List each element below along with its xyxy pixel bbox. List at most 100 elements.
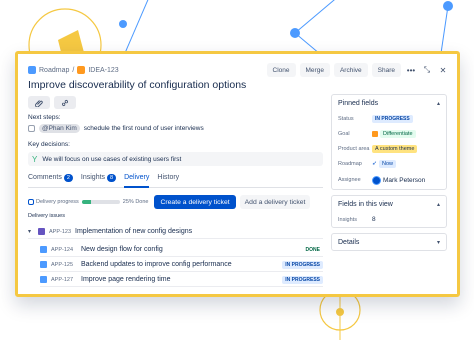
breadcrumb: Roadmap / IDEA-123 (28, 66, 267, 74)
progress-bar (81, 200, 120, 204)
fields-sidebar: Pinned fields ▴ Status IN PROGRESS Goal … (331, 94, 447, 256)
status-badge: IN PROGRESS (282, 260, 323, 269)
progress-bar-fill (81, 200, 92, 204)
field-product-area: Product area A custom theme (332, 141, 446, 156)
decision-icon: Y (32, 154, 38, 164)
key-decisions-label: Key decisions: (28, 141, 70, 148)
link-button[interactable] (54, 96, 76, 109)
tab-insights[interactable]: Insights 8 (80, 174, 117, 188)
task-checkbox[interactable] (28, 125, 35, 132)
link-icon (61, 99, 69, 106)
status-badge: DONE (305, 246, 320, 253)
chevron-up-icon[interactable]: ▴ (437, 100, 440, 107)
archive-button[interactable]: Archive (333, 63, 368, 77)
progress-text: 25% Done (122, 199, 149, 205)
attach-button[interactable] (28, 96, 50, 109)
issue-summary[interactable]: Implementation of new config designs (75, 228, 192, 235)
story-icon (40, 276, 47, 283)
insights-count[interactable]: 8 (372, 216, 376, 223)
tab-count-badge: 8 (107, 174, 117, 182)
field-label: Insights (338, 216, 357, 223)
tab-label: Delivery (124, 174, 150, 181)
tab-comments[interactable]: Comments 2 (28, 174, 73, 188)
tab-label: Insights (80, 174, 106, 181)
story-icon (40, 246, 47, 253)
child-issue-list: APP-124 New design flow for config DONE … (40, 243, 323, 288)
idea-type-icon (77, 66, 86, 74)
progress-icon (28, 199, 34, 205)
issue-key[interactable]: APP-125 (51, 262, 77, 268)
merge-button[interactable]: Merge (299, 63, 330, 77)
breadcrumb-project[interactable]: Roadmap (39, 67, 69, 74)
editor-toolbar (28, 96, 76, 109)
clone-button[interactable]: Clone (266, 63, 296, 77)
panel-title: Fields in this view (338, 200, 393, 208)
chevron-up-icon[interactable]: ▴ (437, 201, 440, 208)
roadmap-chip[interactable]: Now (379, 159, 397, 168)
tab-label: History (157, 174, 180, 181)
status-lozenge[interactable]: IN PROGRESS (372, 114, 413, 123)
story-icon (40, 261, 47, 268)
epic-icon (38, 228, 45, 235)
avatar[interactable] (372, 175, 381, 185)
details-panel: Details ▾ (331, 233, 447, 251)
tab-bar: Comments 2 Insights 8 Delivery History (28, 174, 323, 188)
breadcrumb-separator: / (72, 66, 75, 74)
field-label: Goal (338, 130, 350, 137)
fields-in-view-header[interactable]: Fields in this view ▴ (332, 196, 446, 212)
add-delivery-ticket-button[interactable]: Add a delivery ticket (239, 195, 311, 209)
card-header: Roadmap / IDEA-123 Clone Merge Archive S… (28, 62, 449, 78)
panel-title: Details (338, 238, 360, 246)
create-delivery-ticket-button[interactable]: Create a delivery ticket (154, 195, 236, 209)
progress-label: Delivery progress (36, 199, 79, 205)
pinned-fields-panel: Pinned fields ▴ Status IN PROGRESS Goal … (331, 94, 447, 190)
tab-count-badge: 2 (63, 174, 73, 182)
issue-summary[interactable]: Backend updates to improve config perfor… (81, 261, 278, 268)
goal-chip[interactable]: Differentiate (380, 129, 416, 138)
delivery-toolbar: Delivery progress 25% Done Create a deli… (28, 194, 323, 210)
issue-key[interactable]: APP-123 (49, 229, 71, 235)
goal-icon (372, 130, 378, 137)
next-step-text: schedule the first round of user intervi… (83, 125, 204, 132)
chevron-down-icon[interactable]: ▾ (437, 239, 440, 246)
issue-summary[interactable]: Improve page rendering time (81, 276, 278, 283)
close-icon[interactable]: ✕ (437, 66, 449, 75)
issue-key[interactable]: APP-127 (51, 277, 77, 283)
next-steps-label: Next steps: (28, 114, 61, 121)
issue-summary[interactable]: New design flow for config (81, 246, 299, 253)
decor-node (336, 308, 344, 316)
key-decision-text: We will focus on use cases of existing u… (42, 155, 182, 163)
share-button[interactable]: Share (371, 63, 401, 77)
field-label: Roadmap (338, 160, 362, 167)
minimize-icon[interactable]: ⤡ (421, 65, 433, 75)
fields-in-view-panel: Fields in this view ▴ Insights 8 (331, 195, 447, 228)
delivery-issues-label: Delivery issues (28, 213, 65, 219)
description-area: Next steps: @Phan Kim schedule the first… (28, 114, 323, 166)
parent-issue-row[interactable]: ▾ APP-123 Implementation of new config d… (28, 225, 323, 239)
tab-delivery[interactable]: Delivery (124, 174, 150, 188)
key-decision-panel: Y We will focus on use cases of existing… (28, 152, 323, 166)
more-icon[interactable]: ••• (405, 66, 417, 75)
assignee-name[interactable]: Mark Peterson (383, 177, 425, 184)
field-insights: Insights 8 (332, 212, 446, 227)
tab-history[interactable]: History (157, 174, 179, 188)
child-issue-row[interactable]: APP-125 Backend updates to improve confi… (40, 258, 323, 272)
product-area-chip[interactable]: A custom theme (372, 144, 418, 153)
breadcrumb-issue-key[interactable]: IDEA-123 (88, 67, 118, 74)
tab-label: Comments (28, 174, 62, 181)
paperclip-icon (35, 99, 43, 107)
user-mention[interactable]: @Phan Kim (39, 124, 80, 133)
chevron-down-icon[interactable]: ▾ (28, 228, 34, 235)
field-label: Status (338, 115, 354, 122)
field-assignee: Assignee Mark Peterson (332, 171, 446, 189)
details-header[interactable]: Details ▾ (332, 234, 446, 250)
field-label: Product area (338, 145, 370, 152)
field-goal: Goal Differentiate (332, 126, 446, 141)
child-issue-row[interactable]: APP-124 New design flow for config DONE (40, 243, 323, 257)
issue-key[interactable]: APP-124 (51, 247, 77, 253)
pinned-fields-header[interactable]: Pinned fields ▴ (332, 95, 446, 111)
child-issue-row[interactable]: APP-127 Improve page rendering time IN P… (40, 273, 323, 287)
panel-title: Pinned fields (338, 99, 379, 107)
delivery-progress: Delivery progress (28, 199, 79, 205)
page-title: Improve discoverability of configuration… (28, 79, 247, 91)
